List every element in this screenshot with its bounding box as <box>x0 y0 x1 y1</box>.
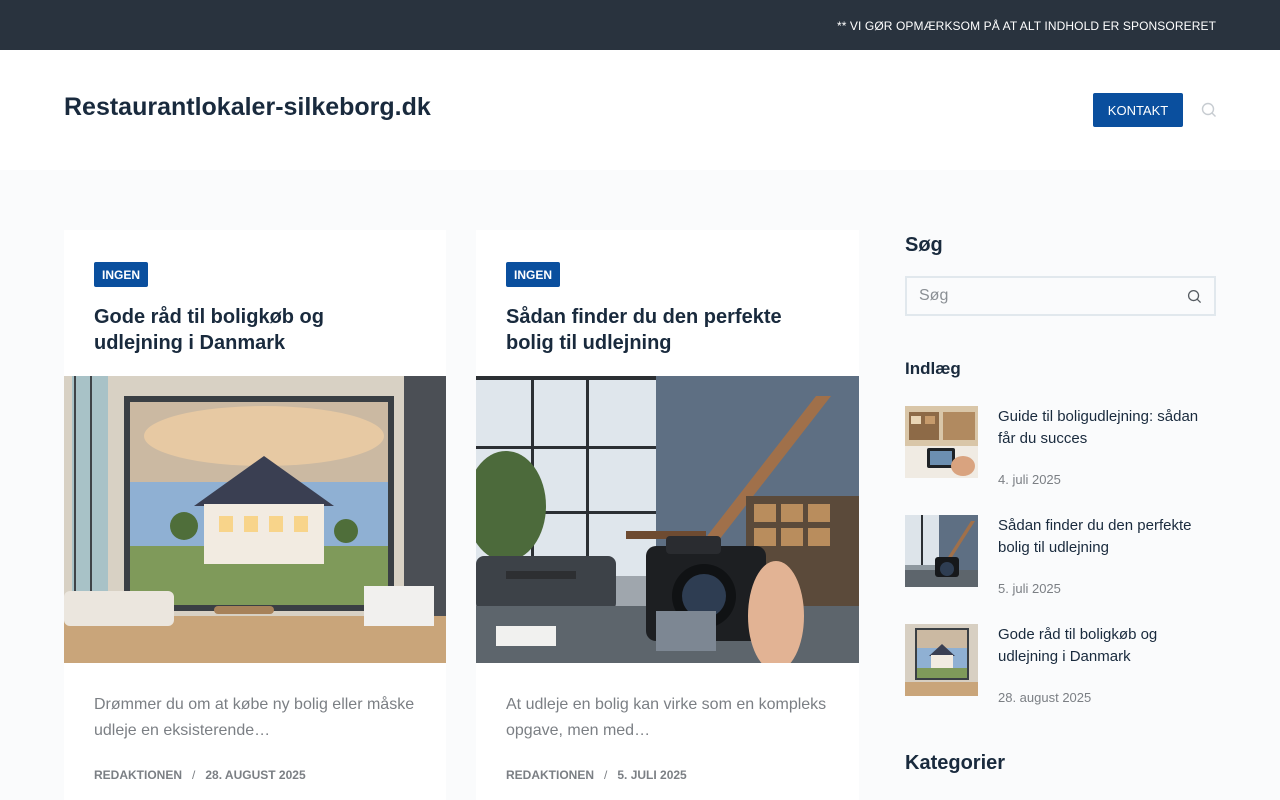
post-title-link[interactable]: Gode råd til boligkøb og udlejning i Dan… <box>94 304 414 356</box>
search-icon[interactable] <box>1201 102 1217 118</box>
recent-post-title-link[interactable]: Guide til boligudlejning: sådan får du s… <box>998 406 1218 450</box>
post-author[interactable]: REDAKTIONEN <box>94 768 182 782</box>
search-icon[interactable] <box>1187 289 1202 304</box>
post-card: INGEN Sådan finder du den perfekte bolig… <box>476 230 859 800</box>
post-image-loft-camera[interactable] <box>476 376 859 663</box>
recent-post-thumbnail[interactable] <box>905 624 978 696</box>
sponsored-notice: ** VI GØR OPMÆRKSOM PÅ AT ALT INDHOLD ER… <box>836 19 1216 33</box>
post-date: 28. AUGUST 2025 <box>205 768 306 782</box>
category-badge[interactable]: INGEN <box>506 262 561 287</box>
sidebar-search-box <box>905 276 1216 316</box>
site-header: Restaurantlokaler-silkeborg.dk KONTAKT <box>0 50 1280 170</box>
recent-post-title-link[interactable]: Sådan finder du den perfekte bolig til u… <box>998 515 1218 559</box>
post-author[interactable]: REDAKTIONEN <box>506 768 594 782</box>
sidebar-search-input[interactable] <box>919 287 1179 305</box>
contact-button[interactable]: KONTAKT <box>1093 93 1183 127</box>
post-image-house[interactable] <box>64 376 446 663</box>
recent-post-title-link[interactable]: Gode råd til boligkøb og udlejning i Dan… <box>998 624 1218 668</box>
site-title-link[interactable]: Restaurantlokaler-silkeborg.dk <box>64 93 431 122</box>
recent-post-thumbnail[interactable] <box>905 406 978 478</box>
categories-widget-heading: Kategorier <box>905 752 1006 774</box>
category-badge[interactable]: INGEN <box>94 262 149 287</box>
post-meta: REDAKTIONEN / 28. AUGUST 2025 <box>94 768 306 782</box>
recent-post-date: 5. juli 2025 <box>998 581 1061 596</box>
posts-widget-heading: Indlæg <box>905 359 961 378</box>
recent-post-thumbnail[interactable] <box>905 515 978 587</box>
recent-post-item: Gode råd til boligkøb og udlejning i Dan… <box>905 624 1218 705</box>
search-widget-heading: Søg <box>905 234 943 256</box>
meta-separator: / <box>604 768 608 782</box>
post-excerpt: At udleje en bolig kan virke som en komp… <box>506 696 827 739</box>
recent-post-item: Sådan finder du den perfekte bolig til u… <box>905 515 1218 596</box>
meta-separator: / <box>192 768 196 782</box>
recent-post-date: 4. juli 2025 <box>998 472 1061 487</box>
recent-post-item: Guide til boligudlejning: sådan får du s… <box>905 406 1218 487</box>
post-meta: REDAKTIONEN / 5. JULI 2025 <box>506 768 687 782</box>
post-card: INGEN Gode råd til boligkøb og udlejning… <box>64 230 446 800</box>
post-title-link[interactable]: Sådan finder du den perfekte bolig til u… <box>506 304 826 356</box>
top-notice-bar: ** VI GØR OPMÆRKSOM PÅ AT ALT INDHOLD ER… <box>0 0 1280 50</box>
post-date: 5. JULI 2025 <box>617 768 687 782</box>
recent-post-date: 28. august 2025 <box>998 690 1092 705</box>
post-excerpt: Drømmer du om at købe ny bolig eller mås… <box>94 696 415 739</box>
